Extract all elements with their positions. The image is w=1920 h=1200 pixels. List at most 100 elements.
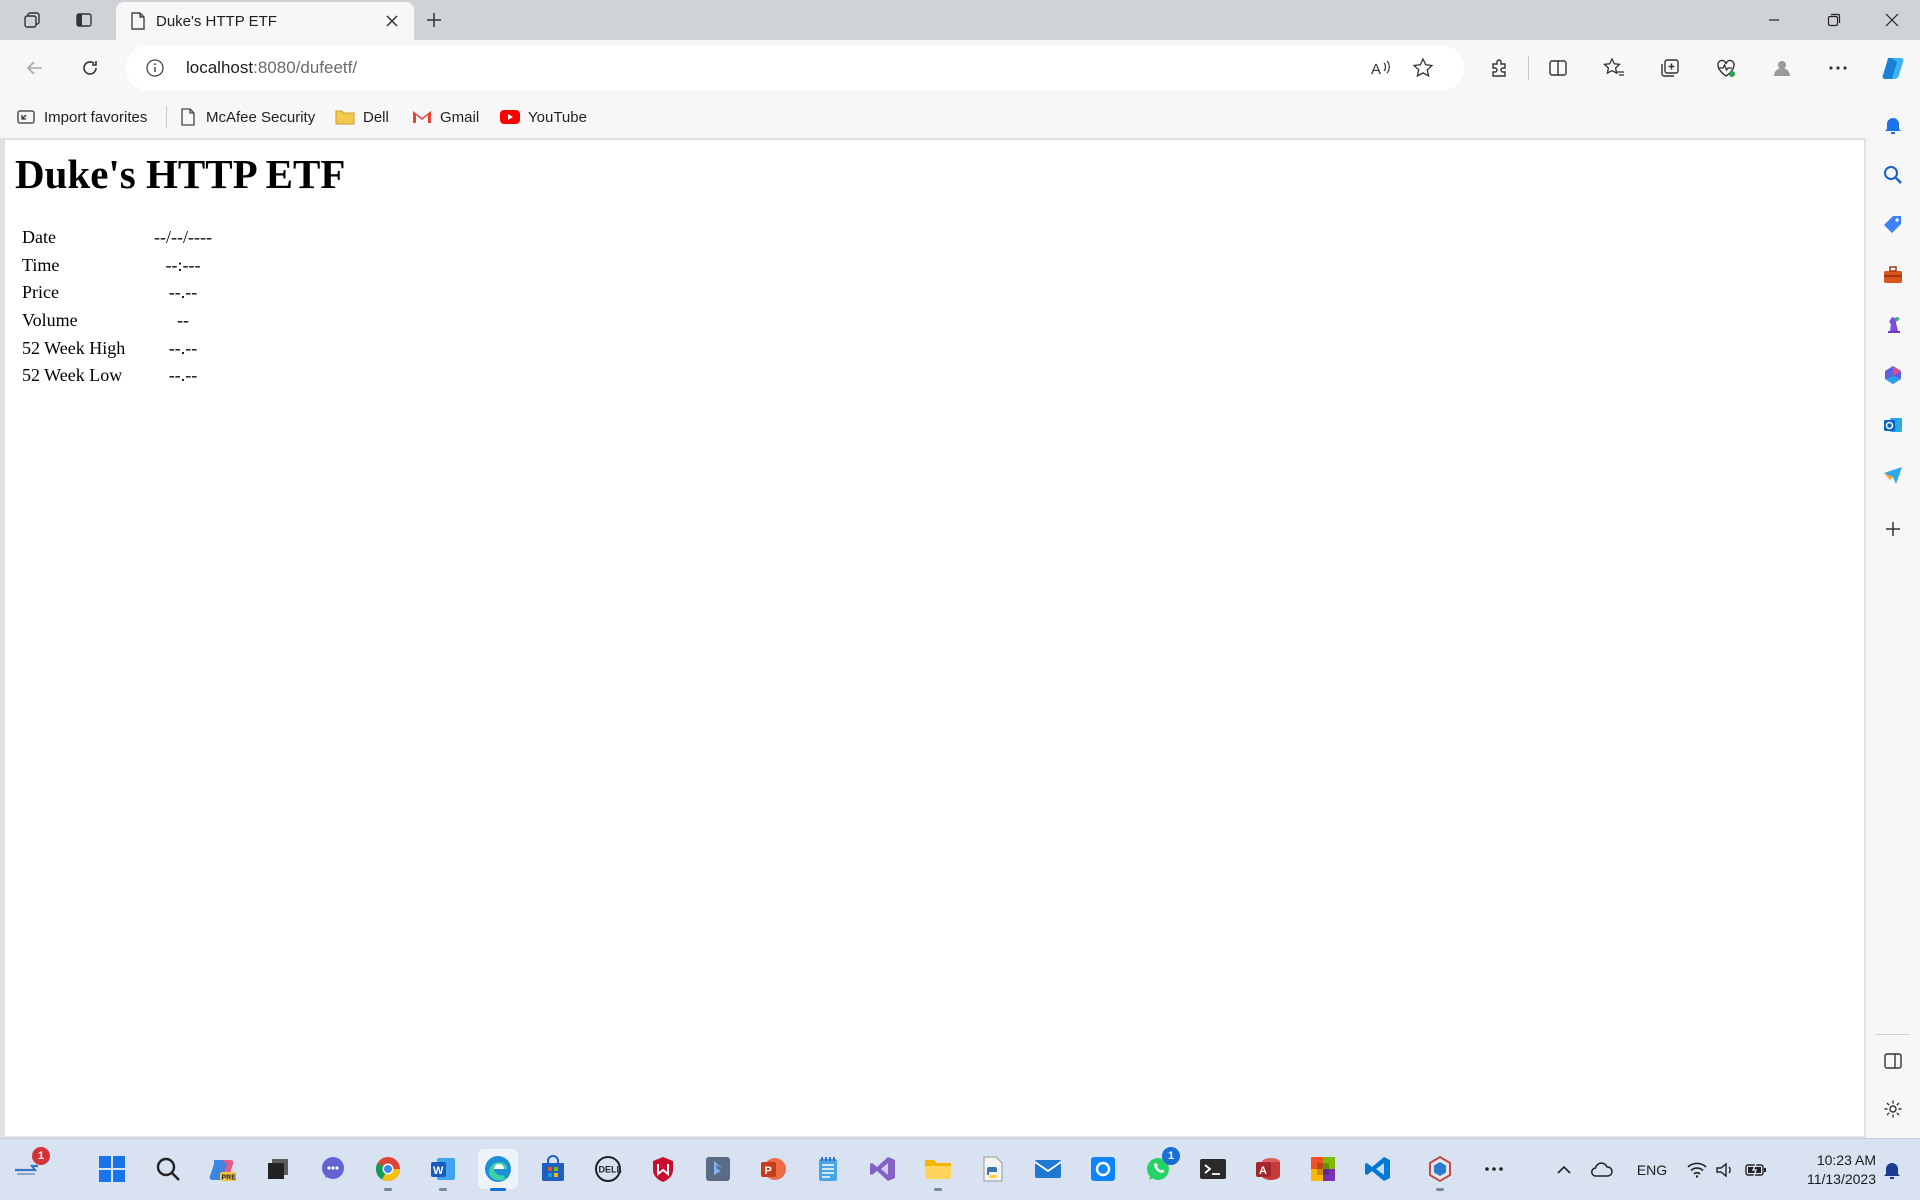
favorite-gmail[interactable]: Gmail xyxy=(412,104,479,130)
vscode-icon xyxy=(1365,1157,1390,1181)
chrome-icon xyxy=(375,1157,400,1182)
notification-center-button[interactable] xyxy=(1880,1157,1904,1183)
hide-sidebar-button[interactable] xyxy=(1880,1048,1906,1074)
row-value: --.-- xyxy=(168,282,198,303)
language-indicator[interactable]: ENG xyxy=(1632,1157,1672,1183)
minimize-icon xyxy=(1769,19,1779,21)
page-icon xyxy=(131,12,145,30)
dell-button[interactable]: DELL xyxy=(588,1149,628,1189)
mail-button[interactable] xyxy=(1028,1149,1068,1189)
copilot-button[interactable] xyxy=(1878,52,1910,84)
search-taskbar-button[interactable] xyxy=(148,1149,188,1189)
word-button[interactable]: W xyxy=(423,1149,463,1191)
games-button[interactable] xyxy=(1880,312,1906,338)
whatsapp-button[interactable]: 1 xyxy=(1138,1147,1180,1189)
edge-button[interactable] xyxy=(478,1149,518,1191)
terminal-icon xyxy=(1200,1159,1226,1179)
url-host: localhost xyxy=(186,58,254,77)
windows-logo-icon xyxy=(99,1156,125,1182)
outlook-button[interactable] xyxy=(1880,412,1906,438)
site-info-button[interactable] xyxy=(144,57,166,79)
cortana-button[interactable] xyxy=(1083,1149,1123,1189)
minimize-button[interactable] xyxy=(1746,0,1802,40)
start-button[interactable] xyxy=(92,1149,132,1189)
teams-chat-button[interactable] xyxy=(313,1149,353,1189)
browser-tab[interactable]: Duke's HTTP ETF xyxy=(116,2,414,40)
copilot-preview-button[interactable]: PRE xyxy=(203,1149,243,1189)
row-label: Time xyxy=(22,254,60,275)
browser-essentials-button[interactable] xyxy=(1710,52,1742,84)
tab-actions-button[interactable] xyxy=(66,4,102,36)
close-window-button[interactable] xyxy=(1864,0,1920,40)
workspaces-button[interactable] xyxy=(14,4,50,36)
vscode-button[interactable] xyxy=(1358,1149,1398,1189)
favorite-star-button[interactable] xyxy=(1410,56,1436,80)
restore-button[interactable] xyxy=(1806,0,1862,40)
favorite-import-favorites[interactable]: Import favorites xyxy=(16,104,147,130)
favorite-youtube[interactable]: YouTube xyxy=(500,104,587,130)
onedrive-button[interactable] xyxy=(1588,1157,1616,1183)
access-button[interactable]: A xyxy=(1248,1149,1288,1189)
hexagon-app-icon xyxy=(1429,1155,1451,1183)
battery-button[interactable] xyxy=(1744,1157,1768,1183)
visual-studio-button[interactable] xyxy=(863,1149,903,1189)
copilot-pre-icon: PRE xyxy=(209,1160,236,1182)
bell-icon xyxy=(1884,1163,1900,1179)
powerpoint-button[interactable]: P xyxy=(753,1149,793,1189)
volume-button[interactable] xyxy=(1714,1157,1736,1183)
sidebar-divider xyxy=(1876,1034,1910,1035)
show-hidden-icons-button[interactable] xyxy=(1552,1157,1576,1183)
bing-icon xyxy=(706,1157,730,1181)
bing-wallpaper-button[interactable] xyxy=(698,1149,738,1189)
collections-button[interactable] xyxy=(1654,52,1686,84)
word-icon: W xyxy=(431,1158,455,1180)
m365-button[interactable] xyxy=(1880,362,1906,388)
more-apps-button[interactable] xyxy=(1474,1149,1514,1189)
chrome-button[interactable] xyxy=(368,1149,408,1191)
svg-text:P: P xyxy=(765,1165,772,1177)
widgets-button[interactable]: 1 xyxy=(8,1147,50,1189)
search-sidebar-button[interactable] xyxy=(1880,162,1906,188)
running-indicator xyxy=(384,1188,392,1191)
app-hexagon-button[interactable] xyxy=(1420,1149,1460,1191)
tools-button[interactable] xyxy=(1880,262,1906,288)
address-bar[interactable]: localhost:8080/dufeetf/ A xyxy=(126,45,1464,91)
back-button[interactable] xyxy=(17,50,53,86)
split-screen-button[interactable] xyxy=(1542,52,1574,84)
table-row: 52 Week Low --.-- xyxy=(18,362,220,390)
profile-button[interactable] xyxy=(1766,52,1798,84)
microsoft365-icon xyxy=(1885,366,1901,384)
add-sidebar-app-button[interactable] xyxy=(1880,516,1906,542)
info-icon xyxy=(146,59,164,77)
settings-more-button[interactable] xyxy=(1822,52,1854,84)
url-text[interactable]: localhost:8080/dufeetf/ xyxy=(186,58,357,78)
favorites-button[interactable] xyxy=(1598,52,1630,84)
python-editor-button[interactable] xyxy=(973,1149,1013,1189)
microsoft-store-button[interactable] xyxy=(533,1149,573,1189)
restore-icon xyxy=(1827,13,1841,27)
task-view-button[interactable] xyxy=(258,1149,298,1189)
mcafee-button[interactable] xyxy=(643,1149,683,1189)
heart-pulse-icon xyxy=(1717,59,1735,77)
system-clock[interactable]: 10:23 AM 11/13/2023 xyxy=(1780,1151,1876,1189)
favorite-dell[interactable]: Dell xyxy=(335,104,389,130)
tab-close-button[interactable] xyxy=(380,9,404,33)
chevron-up-icon xyxy=(1557,1165,1571,1174)
read-aloud-button[interactable]: A xyxy=(1368,56,1394,80)
refresh-button[interactable] xyxy=(72,50,108,86)
wifi-button[interactable] xyxy=(1686,1157,1708,1183)
sidebar-settings-button[interactable] xyxy=(1880,1096,1906,1122)
table-row: Date --/--/---- xyxy=(18,224,220,252)
terminal-button[interactable] xyxy=(1193,1149,1233,1189)
notifications-button[interactable] xyxy=(1880,112,1906,138)
page-heading: Duke's HTTP ETF xyxy=(15,151,346,197)
shopping-button[interactable] xyxy=(1880,212,1906,238)
windows-taskbar: 1 PRE W DELL P 1 A ENG 10:23 AM 11/13/20… xyxy=(0,1138,1920,1200)
notepad-button[interactable] xyxy=(808,1149,848,1189)
extensions-button[interactable] xyxy=(1484,52,1516,84)
file-explorer-button[interactable] xyxy=(918,1149,958,1191)
favorite-mcafee-security[interactable]: McAfee Security xyxy=(178,104,315,130)
drop-button[interactable] xyxy=(1880,462,1906,488)
new-tab-button[interactable] xyxy=(418,6,450,34)
colorful-app-button[interactable] xyxy=(1303,1149,1343,1189)
